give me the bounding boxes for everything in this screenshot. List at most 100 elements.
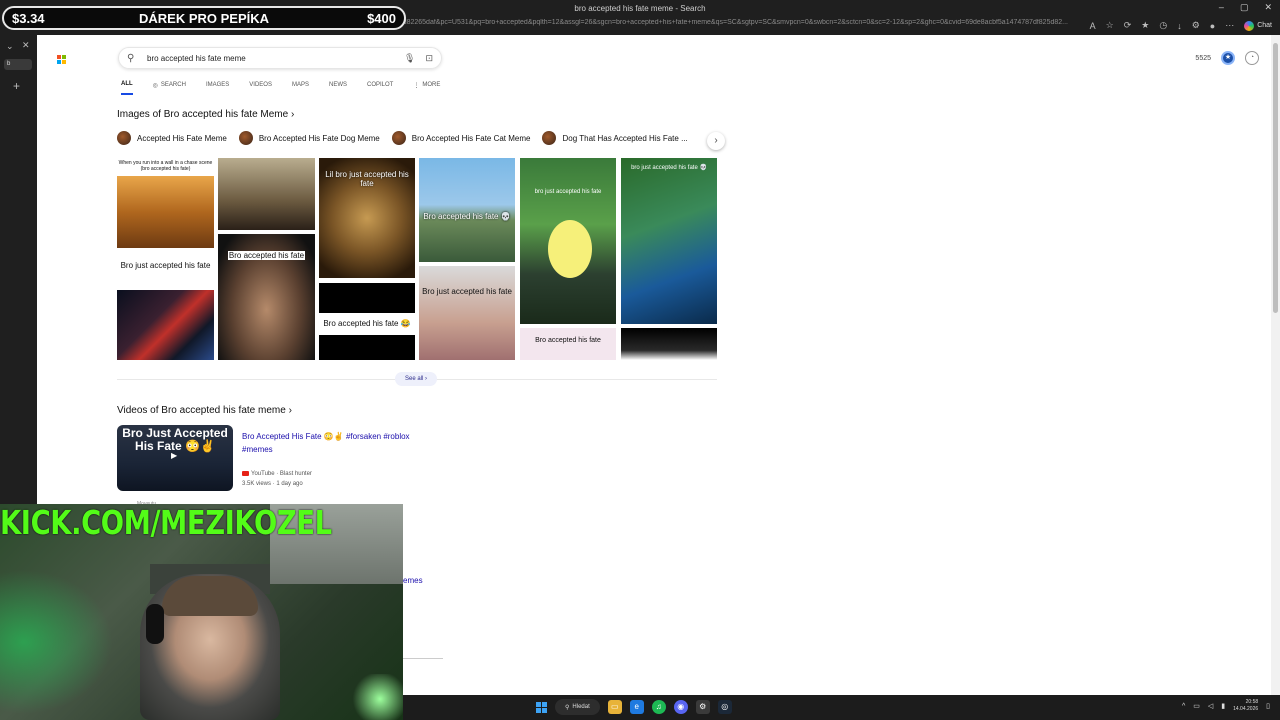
favorite-star-icon[interactable]: ☆	[1106, 20, 1114, 31]
sidebar-tab-active[interactable]: b	[4, 59, 32, 70]
tab-search[interactable]: ◎ SEARCH	[153, 81, 186, 95]
settings-gear-icon[interactable]: ⚙	[695, 700, 710, 714]
volume-icon[interactable]: ◁	[1208, 702, 1213, 710]
image-result-pink-card[interactable]: Bro accepted his fate	[520, 328, 616, 360]
steam-icon[interactable]: ◎	[717, 700, 732, 714]
clock-time: 20:58	[1245, 699, 1259, 705]
image-result-man-portrait[interactable]	[218, 158, 315, 230]
rewards-medal-icon[interactable]: ★	[1221, 51, 1235, 65]
tab-images[interactable]: IMAGES	[206, 81, 229, 95]
edge-browser-icon[interactable]: e	[629, 700, 644, 714]
taskbar-clock[interactable]: 20:58 14.04.2026	[1233, 699, 1258, 713]
tab-videos[interactable]: VIDEOS	[249, 81, 272, 95]
search-input[interactable]: bro accepted his fate meme	[141, 54, 404, 63]
settings-icon[interactable]: ⚙	[1192, 20, 1200, 31]
image-caption: Bro accepted his fate 😂	[323, 319, 411, 328]
image-caption: Bro accepted his fate	[535, 337, 601, 344]
image-result-car-lights[interactable]	[117, 290, 214, 360]
image-result-man[interactable]: Bro accepted his fate	[218, 234, 315, 360]
taskbar-search-label: Hledat	[572, 704, 590, 710]
image-result-text-card[interactable]: Bro just accepted his fate	[117, 252, 214, 290]
tab-copilot[interactable]: COPILOT	[367, 81, 393, 95]
profile-icon[interactable]: ●	[1210, 21, 1215, 31]
image-result-plane[interactable]: Bro accepted his fate 💀	[419, 158, 515, 262]
see-all-label: See all	[404, 376, 424, 382]
image-result-goku[interactable]: bro just accepted his fate 💀	[621, 158, 717, 324]
image-result-black[interactable]: Bro accepted his fate 😂	[319, 283, 415, 360]
related-chip[interactable]: Dog That Has Accepted His Fate ...	[542, 131, 688, 145]
windows-start-icon[interactable]	[536, 701, 547, 713]
read-aloud-icon[interactable]: A	[1090, 21, 1096, 31]
donation-message: DÁREK PRO PEPÍKA	[138, 11, 270, 26]
history-icon[interactable]: ◷	[1159, 20, 1167, 31]
refresh-icon[interactable]: ⟳	[1124, 20, 1132, 31]
image-result-dark[interactable]	[621, 328, 717, 360]
video-thumbnail-caption: Bro Just Accepted His Fate 😳✌️	[122, 426, 228, 453]
image-result-dog[interactable]: When you run into a wall in a chase scen…	[117, 158, 214, 248]
user-account-icon[interactable]: ◔	[1245, 51, 1259, 65]
chip-thumbnail	[542, 131, 557, 145]
copilot-button[interactable]: Chat	[1244, 20, 1272, 31]
related-chip[interactable]: Accepted His Fate Meme	[117, 131, 227, 145]
battery-icon[interactable]: ▮	[1221, 702, 1225, 710]
images-section-label: Images of Bro accepted his fate Meme	[117, 109, 289, 120]
taskbar-apps: ⚲ Hledat ▭ e ♫ ◉ ⚙ ◎	[536, 699, 732, 715]
image-result-game[interactable]: bro just accepted his fate	[520, 158, 616, 324]
page-scrollbar[interactable]	[1271, 35, 1280, 695]
tray-chevron-icon[interactable]: ^	[1182, 703, 1185, 710]
rewards-points[interactable]: 5525	[1195, 55, 1211, 62]
downloads-icon[interactable]: ↓	[1177, 21, 1182, 31]
clock-date: 14.04.2026	[1233, 706, 1259, 712]
chip-label: Bro Accepted His Fate Dog Meme	[258, 133, 380, 143]
video-stats: 3.5K views · 1 day ago	[242, 481, 303, 487]
see-all-button[interactable]: See all ›	[395, 372, 437, 386]
video-title-link[interactable]: Bro Accepted His Fate 😳✌️ #forsaken #rob…	[242, 430, 432, 456]
minimize-button[interactable]: –	[1219, 2, 1224, 13]
file-explorer-icon[interactable]: ▭	[607, 700, 622, 714]
chip-thumbnail	[238, 131, 253, 145]
close-button[interactable]: ✕	[1264, 2, 1272, 13]
taskbar-search[interactable]: ⚲ Hledat	[555, 699, 600, 715]
copilot-search-icon: ◎	[152, 82, 158, 89]
donation-goal: $400	[367, 11, 396, 26]
image-result-leopard[interactable]: Lil bro just accepted his fate	[319, 158, 415, 278]
more-icon[interactable]: ⋯	[1225, 20, 1234, 31]
chips-next-button[interactable]: ›	[707, 132, 725, 150]
image-caption: bro just accepted his fate	[534, 189, 602, 195]
video-title-partial[interactable]: emes	[403, 576, 423, 585]
microphone-icon[interactable]: 🎙	[404, 53, 415, 64]
video-thumbnail[interactable]: Bro Just Accepted His Fate 😳✌️ ▶	[117, 425, 233, 491]
chevron-right-icon: ›	[290, 109, 295, 120]
discord-icon[interactable]: ◉	[673, 700, 688, 714]
tab-all[interactable]: ALL	[121, 81, 133, 95]
collapse-chevron-icon[interactable]: ⌄	[6, 41, 14, 52]
related-chip[interactable]: Bro Accepted His Fate Dog Meme	[238, 131, 380, 145]
image-caption: bro just accepted his fate 💀	[631, 165, 707, 171]
tab-actions-icon[interactable]: ✕	[22, 40, 30, 51]
chevron-right-icon: ›	[288, 405, 292, 416]
related-chip[interactable]: Bro Accepted His Fate Cat Meme	[391, 131, 531, 145]
spotify-icon[interactable]: ♫	[651, 700, 666, 714]
microsoft-logo-icon[interactable]	[57, 55, 66, 64]
chip-thumbnail	[117, 131, 131, 145]
images-section-title[interactable]: Images of Bro accepted his fate Meme ›	[117, 109, 294, 120]
videos-section-title[interactable]: Videos of Bro accepted his fate meme ›	[117, 405, 292, 416]
image-result-grey-card[interactable]: Bro just accepted his fate	[419, 266, 515, 360]
system-tray: ^ ▭ ◁ ▮ 20:58 14.04.2026 ▯	[1182, 699, 1270, 713]
tab-more[interactable]: ⋮ MORE	[413, 81, 440, 95]
tab-maps[interactable]: MAPS	[292, 81, 309, 95]
search-box[interactable]: ⚲ bro accepted his fate meme 🎙 ⊡	[118, 47, 442, 69]
play-icon: ▶	[171, 451, 178, 460]
tab-more-label: MORE	[422, 82, 441, 88]
tab-news[interactable]: NEWS	[329, 81, 347, 95]
scrollbar-thumb[interactable]	[1273, 43, 1278, 313]
network-icon[interactable]: ▭	[1193, 702, 1200, 710]
notifications-icon[interactable]: ▯	[1266, 702, 1270, 710]
visual-search-icon[interactable]: ⊡	[425, 53, 433, 64]
chip-label: Bro Accepted His Fate Cat Meme	[411, 133, 531, 143]
windows-taskbar: ⚲ Hledat ▭ e ♫ ◉ ⚙ ◎ ^ ▭ ◁ ▮ 20:58 14.04.…	[403, 695, 1280, 720]
new-tab-icon[interactable]: +	[13, 79, 20, 93]
image-caption: When you run into a wall in a chase scen…	[118, 160, 213, 172]
maximize-button[interactable]: ▢	[1240, 2, 1249, 13]
favorites-icon[interactable]: ★	[1141, 20, 1149, 31]
